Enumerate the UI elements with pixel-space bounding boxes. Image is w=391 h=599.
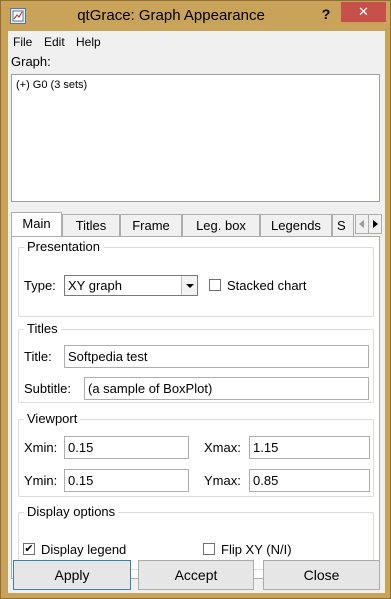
- tab-bar: Main Titles Frame Leg. box Legends S: [11, 212, 382, 237]
- graph-list[interactable]: (+) G0 (3 sets): [11, 74, 380, 202]
- apply-button[interactable]: Apply: [13, 560, 131, 590]
- close-button[interactable]: Close: [263, 560, 380, 590]
- title-label: Title:: [24, 349, 52, 364]
- xmax-label: Xmax:: [204, 440, 241, 455]
- subtitle-label: Subtitle:: [24, 381, 71, 396]
- viewport-group-title: Viewport: [24, 411, 81, 426]
- type-label: Type:: [24, 278, 56, 293]
- ymax-label: Ymax:: [204, 473, 241, 488]
- tab-legends[interactable]: Legends: [260, 214, 332, 236]
- display-options-group-title: Display options: [24, 504, 119, 519]
- ymin-label: Ymin:: [24, 473, 58, 488]
- display-legend-label: Display legend: [41, 542, 127, 557]
- close-window-button[interactable]: ✕: [341, 2, 386, 22]
- graph-type-value: XY graph: [68, 278, 122, 293]
- tab-leg-box[interactable]: Leg. box: [182, 214, 260, 236]
- titles-group: Titles Title: Softpedia test Subtitle: (…: [18, 321, 374, 403]
- main-tab-pane: Presentation Type: XY graph Stacked char…: [11, 236, 380, 579]
- stacked-chart-label: Stacked chart: [227, 278, 307, 293]
- presentation-group-title: Presentation: [24, 239, 103, 254]
- graph-appearance-window: qtGrace: Graph Appearance ? ✕ File Edit …: [0, 0, 391, 599]
- dialog-client: File Edit Help Graph: (+) G0 (3 sets) Ma…: [8, 31, 385, 593]
- viewport-group: Viewport Xmin: 0.15 Xmax: 1.15 Ymin: 0.1…: [18, 411, 374, 497]
- chevron-right-icon: [373, 220, 378, 228]
- help-button[interactable]: ?: [315, 3, 337, 25]
- chevron-left-icon: [359, 220, 364, 228]
- title-field[interactable]: Softpedia test: [64, 345, 369, 368]
- titles-group-title: Titles: [24, 321, 61, 336]
- menu-file[interactable]: File: [13, 34, 32, 50]
- display-legend-checkbox[interactable]: ✔: [23, 543, 35, 555]
- xmin-label: Xmin:: [24, 440, 58, 455]
- graph-type-select[interactable]: XY graph: [64, 275, 198, 296]
- subtitle-field[interactable]: (a sample of BoxPlot): [84, 377, 369, 400]
- xmin-field[interactable]: 0.15: [64, 436, 189, 459]
- flip-xy-checkbox[interactable]: [203, 543, 215, 555]
- tab-scroll-right-button[interactable]: [368, 214, 382, 234]
- menu-edit[interactable]: Edit: [44, 34, 65, 50]
- accept-button[interactable]: Accept: [138, 560, 254, 590]
- tab-scroll-left-button[interactable]: [355, 214, 369, 234]
- flip-xy-label: Flip XY (N/I): [221, 542, 292, 557]
- tab-partial[interactable]: S: [332, 214, 354, 236]
- title-bar[interactable]: qtGrace: Graph Appearance ? ✕: [1, 1, 390, 31]
- tab-frame[interactable]: Frame: [120, 214, 182, 236]
- window-title: qtGrace: Graph Appearance: [77, 7, 265, 24]
- ymax-field[interactable]: 0.85: [249, 469, 370, 492]
- list-item[interactable]: (+) G0 (3 sets): [16, 79, 87, 91]
- ymin-field[interactable]: 0.15: [64, 469, 189, 492]
- tab-titles[interactable]: Titles: [62, 214, 120, 236]
- tab-main[interactable]: Main: [11, 212, 62, 237]
- presentation-group: Presentation Type: XY graph Stacked char…: [18, 239, 374, 317]
- chevron-down-icon: [181, 276, 197, 295]
- graph-label: Graph:: [11, 54, 51, 69]
- stacked-chart-checkbox[interactable]: [209, 279, 221, 291]
- xmax-field[interactable]: 1.15: [249, 436, 370, 459]
- menu-help[interactable]: Help: [76, 34, 101, 50]
